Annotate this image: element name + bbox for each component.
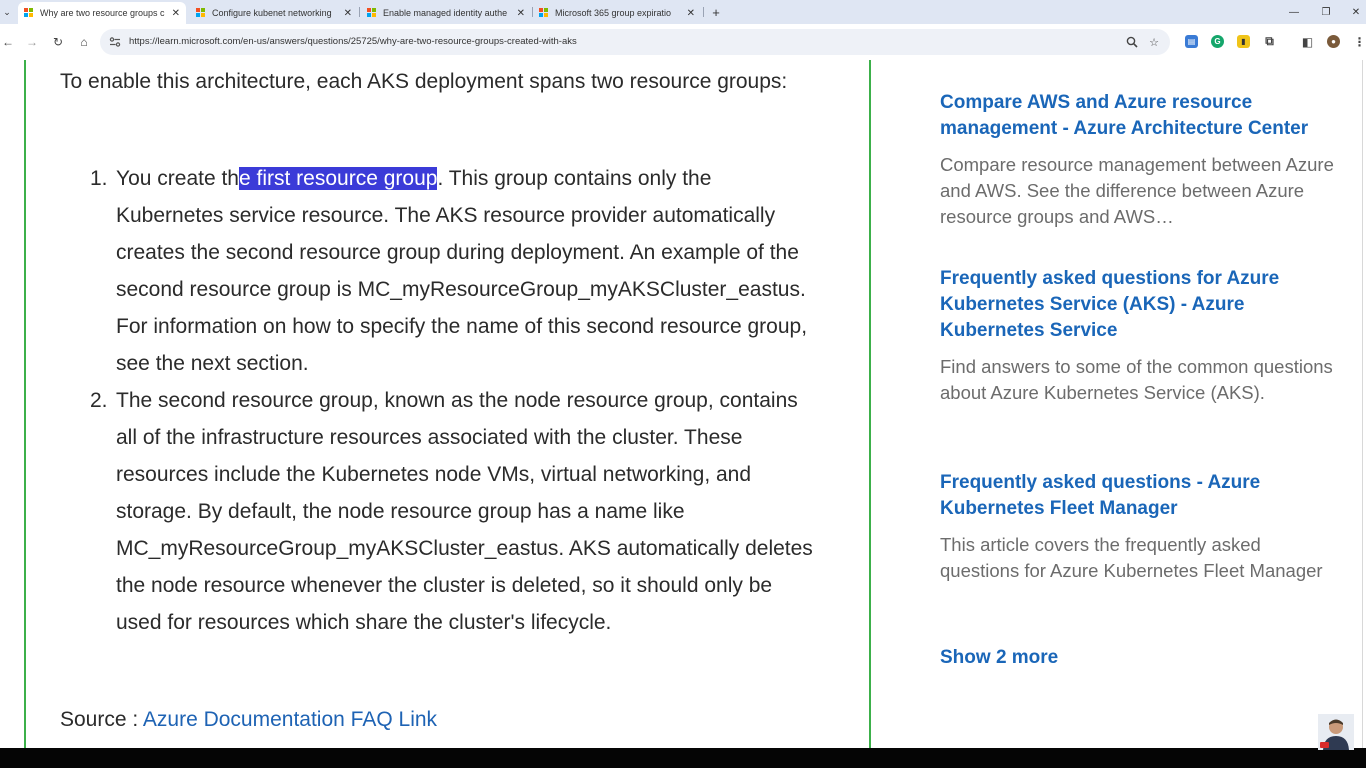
source-line: Source : Azure Documentation FAQ Link xyxy=(60,701,437,738)
tab-title: Configure kubenet networking xyxy=(212,8,332,18)
related-item-description: Compare resource management between Azur… xyxy=(940,154,1334,227)
window-close-button[interactable]: ✕ xyxy=(1348,4,1364,20)
selected-text: e first resource group xyxy=(239,167,438,190)
related-item-description: This article covers the frequently asked… xyxy=(940,534,1323,581)
url-text: https://learn.microsoft.com/en-us/answer… xyxy=(129,36,577,47)
extension-icon[interactable]: ▤ xyxy=(1185,35,1198,48)
related-item: Frequently asked questions for Azure Kub… xyxy=(940,266,1335,406)
reload-button[interactable]: ↻ xyxy=(50,34,66,50)
page-content: To enable this architecture, each AKS de… xyxy=(0,60,1366,748)
zoom-icon[interactable] xyxy=(1124,34,1140,50)
intro-paragraph: To enable this architecture, each AKS de… xyxy=(60,70,788,93)
green-border-left xyxy=(24,60,26,748)
list-number: 2. xyxy=(90,389,108,412)
tab-enable-managed-identity[interactable]: Enable managed identity authe ✕ xyxy=(361,2,531,24)
list-item: 2. The second resource group, known as t… xyxy=(90,382,820,641)
home-button[interactable]: ⌂ xyxy=(76,34,92,50)
green-border-right xyxy=(869,60,871,748)
microsoft-logo-icon xyxy=(196,8,206,18)
related-item: Compare AWS and Azure resource managemen… xyxy=(940,90,1335,230)
video-bottom-bar xyxy=(0,748,1366,768)
related-item-description: Find answers to some of the common quest… xyxy=(940,356,1333,403)
tab-title: Enable managed identity authe xyxy=(383,8,508,18)
menu-kebab-icon[interactable]: ⋮ xyxy=(1353,35,1366,49)
tab-configure-kubenet[interactable]: Configure kubenet networking ✕ xyxy=(190,2,358,24)
step-text-rest: . This group contains only the Kubernete… xyxy=(116,167,808,375)
tab-separator xyxy=(359,7,360,17)
tab-search-icon[interactable]: ⌄ xyxy=(0,0,14,24)
restore-button[interactable]: ❐ xyxy=(1318,4,1334,20)
back-button[interactable]: ← xyxy=(0,34,16,50)
list-item: 1. You create the first resource group. … xyxy=(90,160,820,382)
minimize-button[interactable]: — xyxy=(1286,4,1302,20)
tab-separator xyxy=(703,7,704,17)
related-item: Frequently asked questions - Azure Kuber… xyxy=(940,470,1335,584)
profile-avatar-icon[interactable]: ● xyxy=(1327,35,1340,48)
new-tab-button[interactable]: + xyxy=(709,4,723,20)
source-link[interactable]: Azure Documentation FAQ Link xyxy=(143,708,437,731)
scrollbar-track[interactable] xyxy=(1362,60,1363,748)
related-item-title[interactable]: Compare AWS and Azure resource managemen… xyxy=(940,90,1335,142)
source-label: Source : xyxy=(60,708,143,731)
tab-title: Why are two resource groups c xyxy=(40,8,165,18)
related-item-title[interactable]: Frequently asked questions for Azure Kub… xyxy=(940,266,1335,344)
tab-title: Microsoft 365 group expiratio xyxy=(555,8,672,18)
tab-why-two-resource-groups[interactable]: Why are two resource groups c ✕ xyxy=(18,2,186,24)
puzzle-icon[interactable]: ⧉ xyxy=(1263,34,1276,48)
microsoft-logo-icon xyxy=(539,8,549,18)
steps-list: 1. You create the first resource group. … xyxy=(90,160,820,641)
microsoft-logo-icon xyxy=(367,8,377,18)
step-text: The second resource group, known as the … xyxy=(116,389,813,634)
step-text-start: You create th xyxy=(116,167,239,190)
browser-toolbar: ← → ↻ ⌂ https://learn.microsoft.com/en-u… xyxy=(0,24,1366,60)
bookmark-star-icon[interactable]: ☆ xyxy=(1146,34,1162,50)
address-bar[interactable]: https://learn.microsoft.com/en-us/answer… xyxy=(100,29,1170,55)
list-number: 1. xyxy=(90,167,108,190)
close-icon[interactable]: ✕ xyxy=(172,8,180,19)
site-settings-icon[interactable] xyxy=(108,35,122,49)
notes-extension-icon[interactable]: ▮ xyxy=(1237,35,1250,48)
microsoft-logo-icon xyxy=(24,8,34,18)
sidepanel-icon[interactable]: ◧ xyxy=(1301,35,1314,49)
forward-button[interactable]: → xyxy=(24,34,40,50)
tab-strip: ⌄ Why are two resource groups c ✕ Config… xyxy=(0,0,1366,24)
show-more-link[interactable]: Show 2 more xyxy=(940,645,1058,671)
grammarly-icon[interactable]: G xyxy=(1211,35,1224,48)
close-icon[interactable]: ✕ xyxy=(517,8,525,19)
presenter-avatar-icon xyxy=(1318,714,1354,750)
close-icon[interactable]: ✕ xyxy=(344,8,352,19)
related-item-title[interactable]: Frequently asked questions - Azure Kuber… xyxy=(940,470,1335,522)
tab-microsoft-365-group-expiration[interactable]: Microsoft 365 group expiratio ✕ xyxy=(533,2,701,24)
close-icon[interactable]: ✕ xyxy=(687,8,695,19)
